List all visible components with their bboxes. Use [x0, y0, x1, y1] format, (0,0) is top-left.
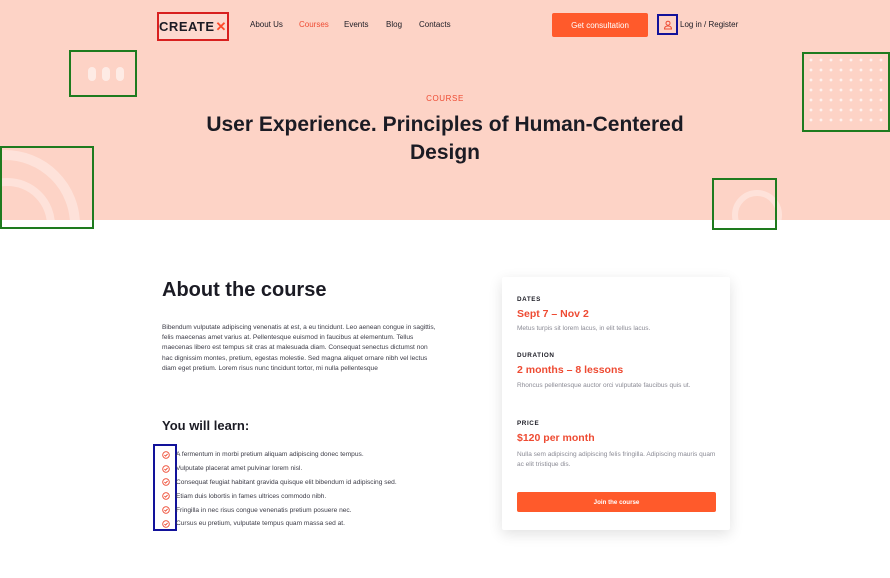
course-info-card: DATES Sept 7 – Nov 2 Metus turpis sit lo…	[502, 277, 730, 530]
check-circle-icon	[162, 520, 170, 528]
highlight-box	[802, 52, 890, 132]
duration-value: 2 months – 8 lessons	[517, 364, 624, 376]
duration-note: Rhoncus pellentesque auctor orci vulputa…	[517, 382, 691, 389]
learn-item-text: Consequat feugiat habitant gravida quisq…	[176, 478, 397, 486]
learn-item-text: A fermentum in morbi pretium aliquam adi…	[176, 451, 364, 459]
user-icon	[663, 20, 672, 29]
nav-link-courses[interactable]: Courses	[299, 20, 329, 29]
highlight-box	[69, 50, 137, 97]
learn-item-text: Cursus eu pretium, vulputate tempus quam…	[176, 520, 345, 528]
learn-item-text: Fringilla in nec risus congue venenatis …	[176, 506, 352, 514]
check-circle-icon	[162, 492, 170, 501]
duration-label: DURATION	[517, 352, 555, 359]
list-item: Cursus eu pretium, vulputate tempus quam…	[162, 517, 397, 531]
price-label: PRICE	[517, 420, 540, 427]
page-kicker: COURSE	[426, 94, 464, 103]
nav-link-events[interactable]: Events	[344, 20, 368, 29]
login-register-link[interactable]: Log in / Register	[680, 20, 738, 29]
learn-list: A fermentum in morbi pretium aliquam adi…	[162, 448, 397, 531]
get-consultation-button[interactable]: Get consultation	[552, 13, 648, 37]
highlight-box	[0, 146, 94, 229]
dates-label: DATES	[517, 296, 541, 303]
logo-mark: ✕	[215, 18, 227, 34]
dates-value: Sept 7 – Nov 2	[517, 308, 589, 320]
list-item: Vulputate placerat amet pulvinar lorem n…	[162, 462, 397, 476]
check-circle-icon	[162, 478, 170, 487]
createx-logo[interactable]: CREATE ✕	[157, 12, 229, 41]
learn-item-text: Vulputate placerat amet pulvinar lorem n…	[176, 465, 303, 473]
learn-heading: You will learn:	[162, 418, 250, 433]
list-item: Consequat feugiat habitant gravida quisq…	[162, 476, 397, 490]
check-circle-icon	[162, 464, 170, 473]
nav-link-blog[interactable]: Blog	[386, 20, 402, 29]
about-paragraph: Bibendum vulputate adipiscing venenatis …	[162, 324, 436, 372]
list-item: A fermentum in morbi pretium aliquam adi…	[162, 448, 397, 462]
price-value: $120 per month	[517, 432, 595, 444]
list-item: Fringilla in nec risus congue venenatis …	[162, 503, 397, 517]
learn-item-text: Etiam duis lobortis in fames ultrices co…	[176, 492, 327, 500]
list-item: Etiam duis lobortis in fames ultrices co…	[162, 489, 397, 503]
page-title: User Experience. Principles of Human-Cen…	[206, 113, 684, 164]
logo-text: CREATE	[159, 19, 215, 34]
about-heading: About the course	[162, 279, 327, 301]
join-course-button[interactable]: Join the course	[517, 492, 716, 512]
dates-note: Metus turpis sit lorem lacus, in elit te…	[517, 325, 651, 332]
check-circle-icon	[162, 451, 170, 459]
check-circle-icon	[162, 506, 170, 514]
highlight-box	[712, 178, 777, 230]
price-note: Nulla sem adipiscing adipiscing felis fr…	[517, 451, 716, 469]
nav-link-contacts[interactable]: Contacts	[419, 20, 451, 29]
top-nav: CREATE ✕ About Us Courses Events Blog Con…	[0, 0, 890, 50]
nav-link-about-us[interactable]: About Us	[250, 20, 283, 29]
login-button[interactable]	[657, 14, 678, 35]
